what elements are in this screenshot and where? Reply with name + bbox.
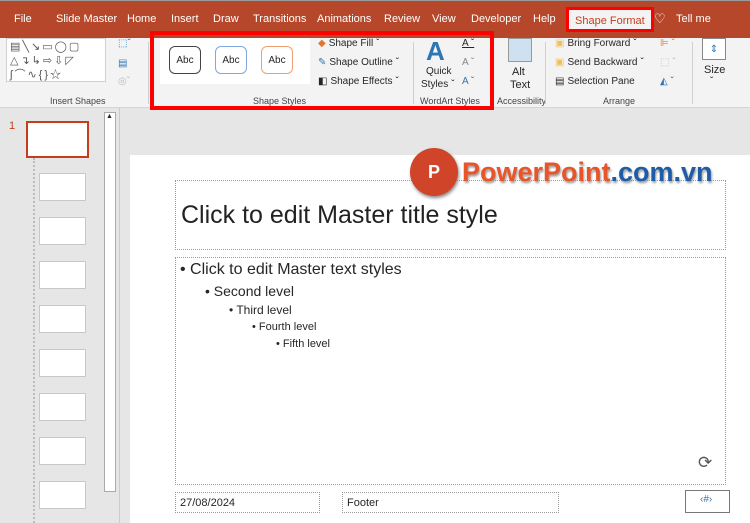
powerpoint-logo-icon: P bbox=[410, 148, 458, 196]
level-4: • Fourth level bbox=[252, 321, 317, 333]
selection-pane-button[interactable]: ▤ Selection Pane bbox=[555, 76, 635, 87]
tab-draw[interactable]: Draw bbox=[213, 13, 239, 25]
thumbnail-master[interactable] bbox=[26, 121, 89, 158]
thumbnail-layout[interactable] bbox=[39, 173, 86, 201]
thumbnail-scrollbar[interactable]: ▲ bbox=[104, 112, 116, 492]
size-button[interactable]: Size bbox=[704, 64, 725, 76]
level-3: • Third level bbox=[229, 303, 292, 317]
align-icon[interactable]: ⊫ ˇ bbox=[660, 38, 675, 49]
tab-animations[interactable]: Animations bbox=[317, 13, 371, 25]
accessibility-label: Accessibility bbox=[497, 96, 547, 106]
level-1: • Click to edit Master text styles bbox=[180, 261, 402, 278]
size-chevron-icon[interactable]: ˇ bbox=[710, 76, 713, 87]
highlight-box-top bbox=[150, 31, 494, 35]
thumbnail-layout[interactable] bbox=[39, 481, 86, 509]
tell-me-search[interactable]: Tell me bbox=[676, 13, 711, 25]
send-backward-icon: ▣ bbox=[555, 57, 565, 68]
watermark-logo: P PowerPoint.com.vn bbox=[410, 148, 713, 196]
tab-shape-format[interactable]: Shape Format bbox=[566, 7, 654, 32]
footer-placeholder[interactable]: Footer bbox=[342, 492, 559, 513]
bring-forward-icon: ▣ bbox=[555, 38, 565, 49]
slide-number-field: ‹#› bbox=[700, 494, 713, 505]
thumbnail-layout[interactable] bbox=[39, 261, 86, 289]
slide-number-placeholder[interactable]: ‹#› bbox=[685, 490, 730, 513]
shapes-gallery[interactable]: ▤╲↘▭◯▢ △↴↳⇨⇩◸ ʃ⌒∿{}☆ bbox=[6, 38, 106, 82]
alt-text-label1[interactable]: Alt bbox=[512, 66, 525, 78]
slide-number: 1 bbox=[9, 120, 16, 132]
lightbulb-icon: ♡ bbox=[654, 11, 666, 26]
highlight-box bbox=[150, 32, 494, 110]
slide-canvas: Click to edit Master title style • Click… bbox=[130, 155, 750, 523]
text-box-icon[interactable]: ▤ bbox=[118, 58, 127, 69]
thumbnail-layout[interactable] bbox=[39, 217, 86, 245]
tab-file[interactable]: File bbox=[14, 13, 32, 25]
tab-view[interactable]: View bbox=[432, 13, 456, 25]
tab-developer[interactable]: Developer bbox=[471, 13, 521, 25]
tab-slide-master[interactable]: Slide Master bbox=[56, 13, 117, 25]
tab-help[interactable]: Help bbox=[533, 13, 556, 25]
size-icon[interactable]: ⇕ bbox=[702, 38, 726, 60]
scroll-up-icon[interactable]: ▲ bbox=[106, 113, 113, 120]
rotate-handle-icon[interactable]: ⟳ bbox=[698, 453, 712, 473]
thumbnail-layout[interactable] bbox=[39, 349, 86, 377]
send-backward-button[interactable]: ▣ Send Backward ˇ bbox=[555, 57, 644, 68]
edit-shape-icon[interactable]: ⬚ˇ bbox=[118, 38, 131, 49]
layout-connector bbox=[33, 158, 35, 523]
watermark-brand: PowerPoint.com.vn bbox=[462, 156, 713, 187]
date-placeholder[interactable]: 27/08/2024 bbox=[175, 492, 320, 513]
bring-forward-button[interactable]: ▣ Bring Forward ˇ bbox=[555, 38, 637, 49]
tab-insert[interactable]: Insert bbox=[171, 13, 199, 25]
title-text: Click to edit Master title style bbox=[181, 201, 498, 229]
thumbnail-pane: 1 ▲ bbox=[0, 108, 120, 523]
body-placeholder[interactable]: • Click to edit Master text styles • Sec… bbox=[175, 257, 726, 485]
thumbnail-layout[interactable] bbox=[39, 437, 86, 465]
level-2: • Second level bbox=[205, 283, 294, 299]
thumbnail-layout[interactable] bbox=[39, 305, 86, 333]
tab-transitions[interactable]: Transitions bbox=[253, 13, 306, 25]
merge-shapes-icon[interactable]: ◎ˇ bbox=[118, 76, 130, 87]
level-5: • Fifth level bbox=[276, 338, 330, 350]
alt-text-icon[interactable] bbox=[508, 38, 532, 62]
group-icon[interactable]: ⬚ ˇ bbox=[660, 57, 676, 68]
tab-review[interactable]: Review bbox=[384, 13, 420, 25]
thumbnail-layout[interactable] bbox=[39, 393, 86, 421]
tab-home[interactable]: Home bbox=[127, 13, 156, 25]
arrange-label: Arrange bbox=[603, 96, 636, 106]
selection-pane-icon: ▤ bbox=[555, 76, 565, 87]
insert-shapes-label: Insert Shapes bbox=[50, 96, 106, 106]
rotate-icon[interactable]: ◭ ˇ bbox=[660, 76, 674, 87]
ribbon: ▤╲↘▭◯▢ △↴↳⇨⇩◸ ʃ⌒∿{}☆ ⬚ˇ ▤ ◎ˇ Insert Shapes… bbox=[0, 31, 750, 110]
alt-text-label2[interactable]: Text bbox=[510, 79, 530, 91]
